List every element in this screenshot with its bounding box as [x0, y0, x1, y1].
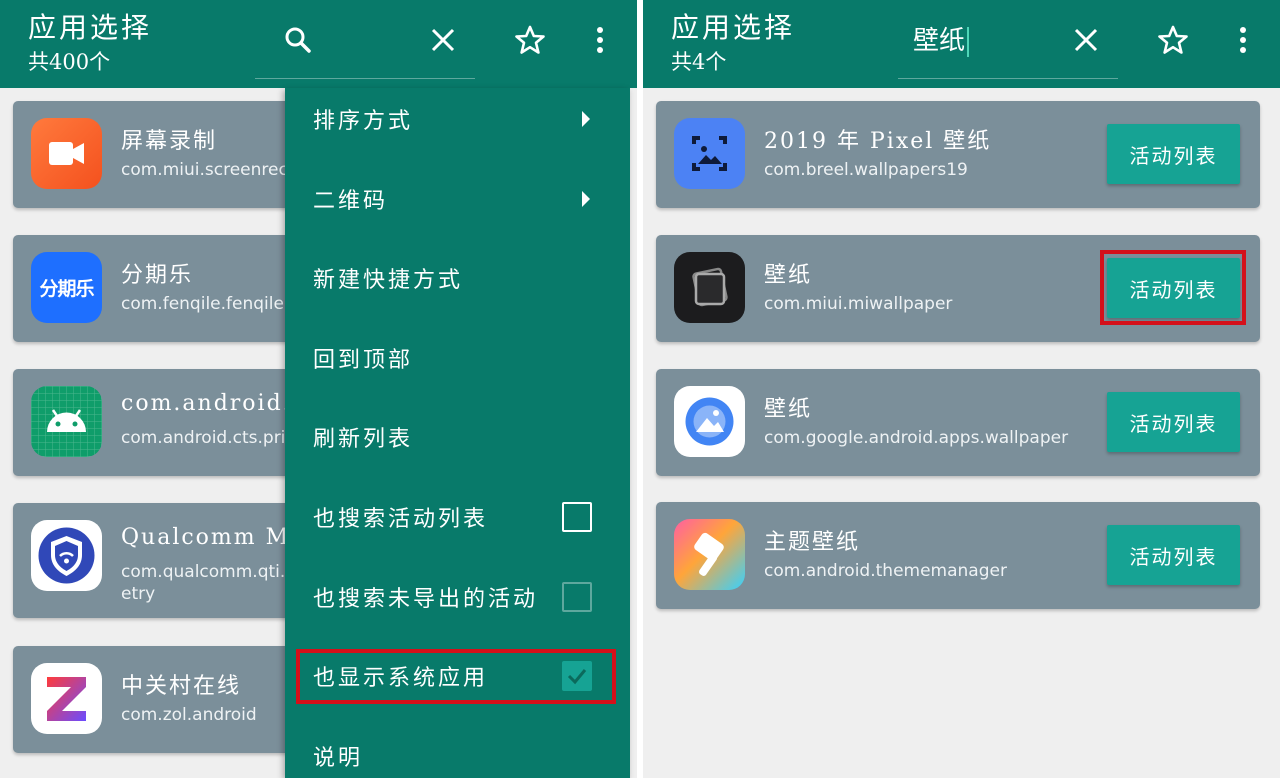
menu-label: 排序方式: [313, 109, 414, 134]
zol-z-icon: [31, 663, 102, 734]
highlight-box: [296, 649, 616, 704]
app-package: com.miui.screenrec: [121, 160, 288, 180]
app-name: 主题壁纸: [764, 530, 861, 555]
activity-list-button[interactable]: 活动列表: [1107, 392, 1240, 452]
activity-list-button[interactable]: 活动列表: [1107, 525, 1240, 585]
menu-item-refresh[interactable]: 刷新列表: [285, 397, 630, 477]
app-name: 壁纸: [764, 397, 813, 422]
more-vert-icon[interactable]: [1225, 22, 1261, 58]
theme-manager-brush-icon: [674, 519, 745, 590]
android-icon: [31, 386, 102, 457]
search-activities-checkbox[interactable]: [562, 502, 592, 532]
menu-label: 新建快捷方式: [313, 268, 464, 293]
menu-label: 也搜索未导出的活动: [313, 587, 539, 612]
star-icon[interactable]: [512, 22, 548, 58]
screen-recorder-icon: [31, 118, 102, 189]
search-underline: [898, 78, 1118, 79]
menu-item-qrcode[interactable]: 二维码: [285, 159, 630, 239]
app-package-continued: etry: [121, 584, 156, 604]
app-package: com.android.thememanager: [764, 561, 1007, 581]
menu-item-search-activities[interactable]: 也搜索活动列表: [285, 477, 630, 557]
fenqile-logo-icon: 分期乐: [31, 252, 102, 323]
text-cursor: [967, 27, 970, 57]
toolbar-title: 应用选择: [671, 11, 796, 44]
app-name: 壁纸: [764, 263, 813, 288]
app-name: 中关村在线: [121, 674, 242, 699]
right-screen: 应用选择 共4个 壁纸 2019 年 Pixel 壁纸 com.breel.wa…: [643, 0, 1280, 778]
left-screen: 应用选择 共400个 屏幕录制 com.miui.screenrec 分期乐 分…: [0, 0, 637, 778]
app-package: com.qualcomm.qti.: [121, 562, 286, 582]
app-name: 分期乐: [121, 263, 194, 288]
more-vert-icon[interactable]: [582, 22, 618, 58]
menu-item-sort[interactable]: 排序方式: [285, 79, 630, 159]
toolbar-title: 应用选择: [28, 11, 153, 44]
app-package: com.breel.wallpapers19: [764, 160, 968, 180]
menu-item-back-to-top[interactable]: 回到顶部: [285, 318, 630, 398]
menu-label: 刷新列表: [313, 427, 414, 452]
submenu-arrow-icon: [582, 111, 590, 127]
star-icon[interactable]: [1155, 22, 1191, 58]
pixel-wallpaper-icon: [674, 118, 745, 189]
miui-wallpaper-icon: [674, 252, 745, 323]
list-item[interactable]: 主题壁纸 com.android.thememanager 活动列表: [656, 502, 1260, 609]
google-wallpaper-icon: [674, 386, 745, 457]
highlight-box: [1100, 250, 1246, 325]
search-input[interactable]: 壁纸: [913, 20, 970, 57]
app-name: 屏幕录制: [121, 129, 218, 154]
search-unexported-checkbox[interactable]: [562, 582, 592, 612]
qualcomm-shield-icon: [31, 520, 102, 591]
app-name: 2019 年 Pixel 壁纸: [764, 129, 992, 154]
app-package: com.google.android.apps.wallpaper: [764, 428, 1069, 448]
app-package: com.android.cts.pri: [121, 428, 286, 448]
app-package: com.zol.android: [121, 705, 257, 725]
menu-item-help[interactable]: 说明: [285, 716, 630, 778]
toolbar-count: 共400个: [28, 50, 111, 74]
menu-item-new-shortcut[interactable]: 新建快捷方式: [285, 238, 630, 318]
submenu-arrow-icon: [582, 191, 590, 207]
close-icon[interactable]: [425, 22, 461, 58]
list-item[interactable]: 壁纸 com.google.android.apps.wallpaper 活动列…: [656, 369, 1260, 476]
menu-label: 也搜索活动列表: [313, 507, 489, 532]
left-toolbar: 应用选择 共400个: [0, 0, 637, 88]
search-icon[interactable]: [280, 22, 316, 58]
menu-label: 说明: [313, 746, 364, 771]
menu-item-search-unexported[interactable]: 也搜索未导出的活动: [285, 557, 630, 637]
app-package: com.fenqile.fenqile: [121, 294, 284, 314]
app-package: com.miui.miwallpaper: [764, 294, 953, 314]
right-toolbar: 应用选择 共4个 壁纸: [643, 0, 1280, 88]
toolbar-count: 共4个: [671, 50, 727, 74]
activity-list-button[interactable]: 活动列表: [1107, 124, 1240, 184]
menu-label: 二维码: [313, 189, 389, 214]
close-icon[interactable]: [1068, 22, 1104, 58]
menu-label: 回到顶部: [313, 348, 414, 373]
list-item[interactable]: 2019 年 Pixel 壁纸 com.breel.wallpapers19 活…: [656, 101, 1260, 208]
